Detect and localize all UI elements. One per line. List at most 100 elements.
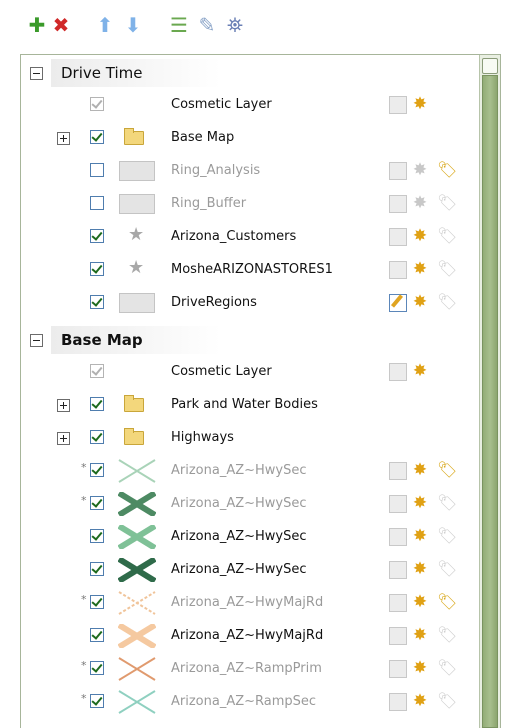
edit-layer-icon[interactable] <box>389 195 407 213</box>
edit-layer-icon[interactable] <box>389 660 407 678</box>
selectable-layer-icon[interactable]: ✸ <box>411 227 429 245</box>
layer-row[interactable]: DriveRegions ✸ 🏷 <box>21 287 478 319</box>
layer-row[interactable]: Arizona_AZ~HwySec ✸ 🏷 <box>21 554 478 586</box>
label-layer-icon[interactable]: 🏷 <box>437 593 457 611</box>
label-layer-icon[interactable]: 🏷 <box>437 260 457 278</box>
edit-layer-icon[interactable] <box>389 162 407 180</box>
label-layer-icon[interactable]: 🏷 <box>437 527 457 545</box>
edit-layer-icon[interactable] <box>389 693 407 711</box>
edit-layer-icon[interactable] <box>389 495 407 513</box>
layer-row[interactable]: * Arizona_AZ~HwyMajRd ✸ 🏷 <box>21 587 478 619</box>
layer-row[interactable]: ★ Arizona_Customers ✸ 🏷 <box>21 221 478 253</box>
selectable-layer-icon[interactable]: ✸ <box>411 260 429 278</box>
edit-layer-icon[interactable] <box>389 96 407 114</box>
layer-row[interactable]: Highways <box>21 422 478 454</box>
scroll-up-arrow-icon[interactable] <box>482 58 498 74</box>
label-layer-icon[interactable]: 🏷 <box>437 659 457 677</box>
selectable-layer-icon[interactable]: ✸ <box>411 194 429 212</box>
selectable-layer-icon[interactable]: ✸ <box>411 593 429 611</box>
layer-group[interactable]: Base Map <box>21 322 478 358</box>
visibility-checkbox[interactable] <box>90 97 104 111</box>
layer-row[interactable]: Park and Water Bodies <box>21 389 478 421</box>
layer-row[interactable]: * Arizona_AZ~HwySec ✸ 🏷 <box>21 455 478 487</box>
modified-marker: * <box>81 461 87 474</box>
visibility-checkbox[interactable] <box>90 595 104 609</box>
scrollbar-thumb[interactable] <box>482 75 498 728</box>
visibility-checkbox[interactable] <box>90 364 104 378</box>
edit-layer-icon[interactable] <box>389 363 407 381</box>
edit-layer-icon[interactable] <box>389 594 407 612</box>
selectable-layer-icon[interactable]: ✸ <box>411 692 429 710</box>
edit-layer-icon[interactable] <box>389 261 407 279</box>
properties-button[interactable]: ✎ <box>194 12 220 38</box>
layer-row[interactable]: Cosmetic Layer ✸ <box>21 356 478 388</box>
label-layer-icon[interactable]: 🏷 <box>437 461 457 479</box>
edit-layer-icon[interactable] <box>389 294 407 312</box>
label-layer-icon[interactable]: 🏷 <box>437 161 457 179</box>
remove-layer-button[interactable]: ✖ <box>48 12 74 38</box>
edit-layer-icon[interactable] <box>389 528 407 546</box>
collapse-toggle-icon[interactable] <box>30 67 43 80</box>
vertical-scrollbar[interactable] <box>479 55 500 728</box>
selectable-layer-icon[interactable]: ✸ <box>411 95 429 113</box>
layer-row[interactable]: Arizona_AZ~HwyMajRd ✸ 🏷 <box>21 620 478 652</box>
selectable-layer-icon[interactable]: ✸ <box>411 362 429 380</box>
layer-label: Base Map <box>171 130 235 145</box>
label-layer-icon[interactable]: 🏷 <box>437 293 457 311</box>
layer-group[interactable]: Drive Time <box>21 55 478 91</box>
layers-button[interactable]: ☰ <box>166 12 192 38</box>
visibility-checkbox[interactable] <box>90 163 104 177</box>
edit-layer-icon[interactable] <box>389 228 407 246</box>
visibility-checkbox[interactable] <box>90 229 104 243</box>
edit-layer-icon[interactable] <box>389 627 407 645</box>
layer-row[interactable]: * Arizona_AZ~RampPrim ✸ 🏷 <box>21 653 478 685</box>
add-layer-button[interactable]: ✚ <box>24 12 50 38</box>
expand-toggle-icon[interactable] <box>57 432 70 445</box>
layer-row[interactable]: ★ MosheARIZONASTORES1 ✸ 🏷 <box>21 254 478 286</box>
selectable-layer-icon[interactable]: ✸ <box>411 161 429 179</box>
label-layer-icon[interactable]: 🏷 <box>437 626 457 644</box>
visibility-checkbox[interactable] <box>90 397 104 411</box>
visibility-checkbox[interactable] <box>90 496 104 510</box>
selectable-layer-icon[interactable]: ✸ <box>411 461 429 479</box>
selectable-layer-icon[interactable]: ✸ <box>411 293 429 311</box>
selectable-layer-icon[interactable]: ✸ <box>411 494 429 512</box>
layer-row[interactable]: * Arizona_AZ~RampSec ✸ 🏷 <box>21 686 478 718</box>
expand-toggle-icon[interactable] <box>57 132 70 145</box>
selectable-layer-icon[interactable]: ✸ <box>411 626 429 644</box>
selectable-layer-icon[interactable]: ✸ <box>411 659 429 677</box>
visibility-checkbox[interactable] <box>90 562 104 576</box>
visibility-checkbox[interactable] <box>90 430 104 444</box>
visibility-checkbox[interactable] <box>90 694 104 708</box>
move-down-button[interactable]: ⬇ <box>120 12 146 38</box>
layer-row[interactable]: * Arizona_AZ~HwySec ✸ 🏷 <box>21 488 478 520</box>
collapse-toggle-icon[interactable] <box>30 334 43 347</box>
move-up-button[interactable]: ⬆ <box>92 12 118 38</box>
label-layer-icon[interactable]: 🏷 <box>437 560 457 578</box>
selectable-layer-icon[interactable]: ✸ <box>411 527 429 545</box>
layer-label: Arizona_AZ~RampSec <box>171 694 317 709</box>
label-layer-icon[interactable]: 🏷 <box>437 494 457 512</box>
visibility-checkbox[interactable] <box>90 262 104 276</box>
visibility-checkbox[interactable] <box>90 130 104 144</box>
layer-row[interactable]: Arizona_AZ~HwySec ✸ 🏷 <box>21 521 478 553</box>
layer-label: Arizona_AZ~HwySec <box>171 496 307 511</box>
edit-layer-icon[interactable] <box>389 561 407 579</box>
label-layer-icon[interactable]: 🏷 <box>437 194 457 212</box>
label-layer-icon[interactable]: 🏷 <box>437 692 457 710</box>
visibility-checkbox[interactable] <box>90 295 104 309</box>
layer-row[interactable]: Ring_Buffer ✸ 🏷 <box>21 188 478 220</box>
selectable-layer-icon[interactable]: ✸ <box>411 560 429 578</box>
expand-toggle-icon[interactable] <box>57 399 70 412</box>
layer-row[interactable]: Ring_Analysis ✸ 🏷 <box>21 155 478 187</box>
visibility-checkbox[interactable] <box>90 628 104 642</box>
layer-row[interactable]: Base Map <box>21 122 478 154</box>
visibility-checkbox[interactable] <box>90 463 104 477</box>
map-button[interactable]: ⛯ <box>222 12 248 38</box>
layer-row[interactable]: Cosmetic Layer ✸ <box>21 89 478 121</box>
visibility-checkbox[interactable] <box>90 661 104 675</box>
edit-layer-icon[interactable] <box>389 462 407 480</box>
visibility-checkbox[interactable] <box>90 196 104 210</box>
visibility-checkbox[interactable] <box>90 529 104 543</box>
label-layer-icon[interactable]: 🏷 <box>437 227 457 245</box>
